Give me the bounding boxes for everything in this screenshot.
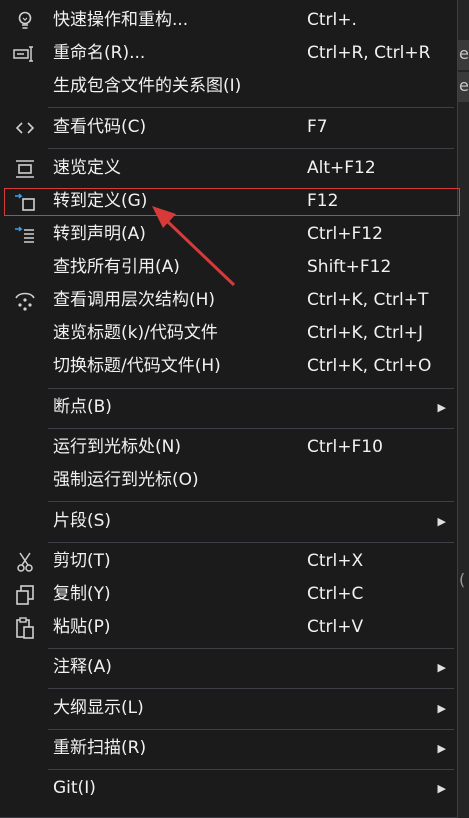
menu-item-call-hierarchy[interactable]: 查看调用层次结构(H) Ctrl+K, Ctrl+T [4,284,456,317]
menu-item-label: 速览标题(k)/代码文件 [53,323,218,343]
menu-item-label: 转到定义(G) [53,191,148,211]
menu-item-go-to-definition[interactable]: 转到定义(G) F12 [4,185,456,218]
menu-item-breakpoint[interactable]: 断点(B) ▶ [4,391,456,424]
menu-item-snippets[interactable]: 片段(S) ▶ [4,505,456,538]
menu-item-label: 粘贴(P) [53,617,111,637]
menu-item-shortcut: Ctrl+. [307,10,357,30]
menu-item-find-all-references[interactable]: 查找所有引用(A) Shift+F12 [4,251,456,284]
submenu-arrow-icon: ▶ [437,702,446,715]
menu-item-shortcut: Ctrl+F10 [307,437,383,457]
menu-item-label: 查找所有引用(A) [53,257,180,277]
menu-separator [48,769,454,770]
menu-item-label: 速览定义 [53,158,121,178]
menu-item-label: 查看代码(C) [53,117,147,137]
menu-item-copy[interactable]: 复制(Y) Ctrl+C [4,578,456,611]
menu-item-shortcut: Ctrl+K, Ctrl+T [307,290,429,310]
editor-text-fragment: e [459,76,469,95]
menu-separator [48,388,454,389]
peek-definition-icon [10,152,40,185]
menu-item-rename[interactable]: 重命名(R)... Ctrl+R, Ctrl+R [4,37,456,70]
context-menu: 快速操作和重构... Ctrl+. 重命名(R)... Ctrl+R, Ctrl… [0,0,458,818]
menu-item-quick-actions[interactable]: 快速操作和重构... Ctrl+. [4,4,456,37]
menu-item-go-to-declaration[interactable]: 转到声明(A) Ctrl+F12 [4,218,456,251]
menu-item-peek-definition[interactable]: 速览定义 Alt+F12 [4,152,456,185]
menu-item-shortcut: Shift+F12 [307,257,392,277]
menu-item-label: 断点(B) [53,397,112,417]
submenu-arrow-icon: ▶ [437,401,446,414]
menu-separator [48,107,454,108]
menu-item-generate-include-graph[interactable]: 生成包含文件的关系图(I) [4,70,456,103]
submenu-arrow-icon: ▶ [437,661,446,674]
menu-item-label: 转到声明(A) [53,224,146,244]
lightbulb-icon [10,4,40,37]
editor-text-fragment: ( [459,570,466,589]
editor-background [458,0,469,818]
editor-text-fragment: e [459,44,469,63]
menu-item-cut[interactable]: 剪切(T) Ctrl+X [4,545,456,578]
menu-separator [48,688,454,689]
menu-separator [48,501,454,502]
menu-item-label: 运行到光标处(N) [53,437,181,457]
menu-item-label: 大纲显示(L) [53,698,144,718]
menu-item-label: 快速操作和重构... [53,10,189,30]
copy-icon [10,578,40,611]
menu-item-git[interactable]: Git(I) ▶ [4,772,456,805]
menu-item-shortcut: Alt+F12 [307,158,376,178]
menu-separator [48,148,454,149]
menu-item-view-code[interactable]: 查看代码(C) F7 [4,111,456,144]
menu-item-label: 生成包含文件的关系图(I) [53,76,242,96]
menu-separator [48,428,454,429]
menu-item-label: Git(I) [53,778,96,798]
menu-item-rescan[interactable]: 重新扫描(R) ▶ [4,732,456,765]
menu-item-label: 切换标题/代码文件(H) [53,356,221,376]
rename-icon [10,37,40,70]
menu-item-label: 剪切(T) [53,551,111,571]
code-icon [10,111,40,144]
menu-item-label: 查看调用层次结构(H) [53,290,216,310]
menu-item-shortcut: Ctrl+V [307,617,364,637]
menu-item-shortcut: Ctrl+C [307,584,364,604]
menu-item-shortcut: F12 [307,191,339,211]
cut-icon [10,545,40,578]
menu-item-label: 重新扫描(R) [53,738,147,758]
menu-item-label: 复制(Y) [53,584,111,604]
menu-item-label: 片段(S) [53,511,112,531]
menu-item-label: 强制运行到光标(O) [53,470,199,490]
menu-item-shortcut: F7 [307,117,328,137]
menu-item-toggle-header[interactable]: 切换标题/代码文件(H) Ctrl+K, Ctrl+O [4,350,456,383]
menu-item-shortcut: Ctrl+F12 [307,224,383,244]
menu-item-shortcut: Ctrl+X [307,551,364,571]
menu-item-shortcut: Ctrl+K, Ctrl+O [307,356,432,376]
menu-separator [48,542,454,543]
menu-separator [48,648,454,649]
submenu-arrow-icon: ▶ [437,515,446,528]
menu-item-shortcut: Ctrl+R, Ctrl+R [307,43,431,63]
go-to-declaration-icon [10,218,40,251]
call-hierarchy-icon [10,284,40,317]
submenu-arrow-icon: ▶ [437,742,446,755]
menu-item-label: 注释(A) [53,657,112,677]
menu-item-outlining[interactable]: 大纲显示(L) ▶ [4,692,456,725]
menu-item-run-to-cursor[interactable]: 运行到光标处(N) Ctrl+F10 [4,431,456,464]
paste-icon [10,611,40,644]
menu-separator [48,729,454,730]
submenu-arrow-icon: ▶ [437,782,446,795]
menu-item-force-run-to-cursor[interactable]: 强制运行到光标(O) [4,464,456,497]
menu-item-comment[interactable]: 注释(A) ▶ [4,651,456,684]
menu-item-paste[interactable]: 粘贴(P) Ctrl+V [4,611,456,644]
menu-item-label: 重命名(R)... [53,43,146,63]
menu-item-shortcut: Ctrl+K, Ctrl+J [307,323,423,343]
go-to-definition-icon [10,185,40,218]
menu-item-peek-header[interactable]: 速览标题(k)/代码文件 Ctrl+K, Ctrl+J [4,317,456,350]
